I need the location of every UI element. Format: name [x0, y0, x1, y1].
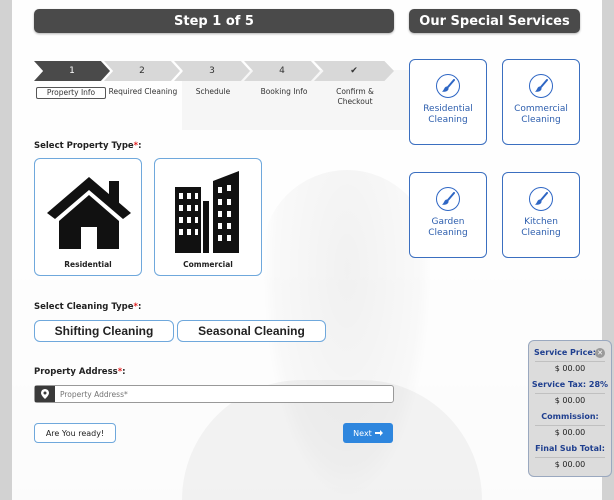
map-marker-icon	[35, 386, 55, 402]
service-kitchen-cleaning[interactable]: Kitchen Cleaning	[502, 172, 580, 258]
service-label-line2: Cleaning	[521, 228, 561, 238]
next-button[interactable]: Next	[343, 423, 393, 443]
brush-icon	[529, 187, 553, 211]
step-1-number: 1	[69, 66, 75, 76]
service-label-line2: Cleaning	[521, 115, 561, 125]
service-label: Commercial Cleaning	[514, 104, 568, 126]
service-garden-cleaning[interactable]: Garden Cleaning	[409, 172, 487, 258]
service-label-line1: Kitchen	[524, 217, 558, 227]
cleaning-option-seasonal[interactable]: Seasonal Cleaning	[177, 320, 326, 342]
step-4-label: Booking Info	[260, 87, 308, 96]
property-option-commercial[interactable]: Commercial	[154, 158, 262, 276]
service-label: Kitchen Cleaning	[521, 217, 560, 239]
price-divider	[535, 457, 605, 458]
service-label-line1: Residential	[423, 104, 473, 114]
next-button-label: Next	[353, 428, 372, 438]
brush-icon	[436, 187, 460, 211]
step-2-label: Required Cleaning	[108, 87, 178, 96]
property-option-residential[interactable]: Residential	[34, 158, 142, 276]
commission-label: Commission:	[541, 412, 599, 421]
ready-button[interactable]: Are You ready!	[34, 423, 116, 443]
step-5-label: Confirm & Checkout	[320, 87, 390, 107]
step-5[interactable]: ✔	[314, 61, 394, 81]
arrow-right-icon	[374, 430, 383, 436]
step-2[interactable]: 2	[104, 61, 180, 81]
building-icon	[175, 171, 239, 253]
service-label: Residential Cleaning	[423, 104, 473, 126]
property-option-residential-label: Residential	[64, 260, 112, 269]
service-label-line2: Cleaning	[428, 115, 468, 125]
page-edge-left	[0, 0, 12, 500]
service-tax-label: Service Tax: 28%	[531, 380, 609, 389]
step-3-label: Schedule	[195, 87, 231, 96]
label-colon: :	[137, 302, 142, 312]
service-label-line1: Garden	[431, 217, 465, 227]
service-label-line1: Commercial	[514, 104, 568, 114]
property-option-commercial-label: Commercial	[183, 260, 233, 269]
service-tax-value: $ 00.00	[554, 396, 586, 405]
price-divider	[535, 393, 605, 394]
step-1[interactable]: 1	[34, 61, 110, 81]
property-address-input[interactable]	[55, 386, 393, 402]
property-address-label: Property Address*:	[34, 367, 126, 377]
label-colon: :	[122, 367, 126, 377]
step-1-label: Property Info	[36, 87, 106, 99]
step-title: Step 1 of 5	[34, 9, 394, 33]
service-label: Garden Cleaning	[428, 217, 467, 239]
step-2-number: 2	[139, 66, 145, 76]
step-5-label-line1: Confirm &	[336, 87, 374, 96]
service-price-value: $ 00.00	[554, 364, 586, 373]
step-4-number: 4	[279, 66, 285, 76]
final-subtotal-value: $ 00.00	[554, 460, 586, 469]
step-3-number: 3	[209, 66, 215, 76]
property-type-label-text: Select Property Type	[34, 141, 134, 151]
services-title: Our Special Services	[409, 9, 580, 33]
service-residential-cleaning[interactable]: Residential Cleaning	[409, 59, 487, 145]
brush-icon	[436, 74, 460, 98]
page-root: Step 1 of 5 Our Special Services 1 2 3 4…	[0, 0, 614, 500]
step-4[interactable]: 4	[244, 61, 320, 81]
commission-value: $ 00.00	[554, 428, 586, 437]
price-summary-panel: ✕ Service Price: $ 00.00 Service Tax: 28…	[528, 340, 612, 477]
brush-icon	[529, 74, 553, 98]
checkmark-icon: ✔	[350, 66, 358, 76]
cleaning-type-label: Select Cleaning Type*:	[34, 302, 141, 312]
service-commercial-cleaning[interactable]: Commercial Cleaning	[502, 59, 580, 145]
property-address-label-text: Property Address	[34, 367, 118, 377]
final-subtotal-label: Final Sub Total:	[535, 444, 605, 453]
service-label-line2: Cleaning	[428, 228, 468, 238]
price-divider	[535, 361, 605, 362]
service-price-label: Service Price:	[534, 348, 596, 357]
property-type-label: Select Property Type*:	[34, 141, 142, 151]
step-3[interactable]: 3	[174, 61, 250, 81]
step-5-label-line2: Checkout	[337, 97, 373, 106]
cleaning-option-shifting[interactable]: Shifting Cleaning	[34, 320, 174, 342]
label-colon: :	[138, 141, 142, 151]
house-icon	[47, 177, 131, 249]
property-address-field	[34, 385, 394, 403]
cleaning-type-label-text: Select Cleaning Type	[34, 302, 134, 312]
price-divider	[535, 425, 605, 426]
